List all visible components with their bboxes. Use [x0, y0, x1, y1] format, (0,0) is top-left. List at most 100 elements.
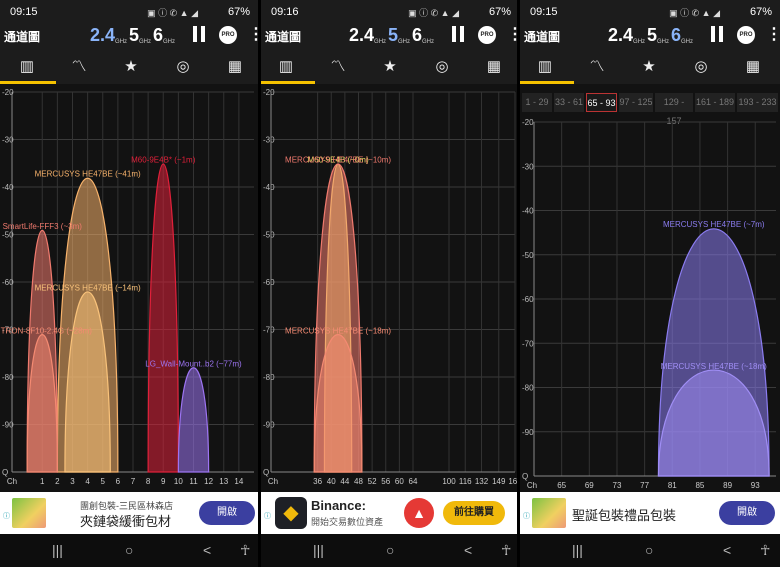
- app-bar: 通道圖 2.4 GHz 5 GHz 6 GHz PRO ⋮: [520, 24, 780, 50]
- band-5-button[interactable]: 5 GHz: [388, 25, 410, 46]
- ad-open-button[interactable]: 開啟: [719, 501, 775, 525]
- channel-group-tab[interactable]: 33 - 61: [554, 93, 584, 112]
- pause-icon[interactable]: [450, 26, 466, 42]
- channel-group-tabs: 1 - 29 33 - 61 65 - 93 97 - 125 129 - 15…: [520, 93, 780, 126]
- available-tab-icon[interactable]: ▦: [222, 56, 248, 78]
- x-tick-label: 40: [327, 477, 336, 486]
- pro-badge-icon[interactable]: PRO: [737, 26, 755, 44]
- ap-list-tab-icon[interactable]: ◎: [429, 56, 455, 78]
- battery-level: 67%: [488, 6, 511, 18]
- channel-group-tab[interactable]: 129 - 157: [655, 93, 693, 126]
- ap-list-tab-icon[interactable]: ◎: [170, 56, 196, 78]
- more-menu-icon[interactable]: ⋮: [766, 24, 780, 44]
- status-icons: ▣ ⓘ ✆ ▲ ◢: [147, 8, 198, 18]
- y-tick-label: -50: [263, 231, 275, 240]
- ad-image[interactable]: [12, 498, 46, 528]
- accessibility-icon[interactable]: ☥: [240, 542, 250, 559]
- back-button[interactable]: <: [203, 542, 211, 558]
- ad-buy-button[interactable]: 前往購買: [443, 501, 505, 525]
- y-tick-label: -60: [522, 295, 534, 304]
- time-graph-tab-icon[interactable]: 〽: [325, 56, 351, 78]
- y-tick-label: Q: [2, 468, 8, 477]
- ad-banner[interactable]: ⓘ 團創包裝-三民區林森店 夾鏈袋緩衝包材 開啟: [0, 492, 258, 534]
- band-5-button[interactable]: 5 GHz: [647, 25, 669, 46]
- status-icons: ▣ ⓘ ✆ ▲ ◢: [669, 8, 720, 18]
- x-tick-label: 9: [161, 477, 166, 486]
- band-24-button[interactable]: 2.4 GHz: [90, 25, 127, 46]
- x-tick-label: 64: [409, 477, 418, 486]
- channel-group-tab[interactable]: 1 - 29: [522, 93, 552, 112]
- band-5-button[interactable]: 5 GHz: [129, 25, 151, 46]
- signal-label: M60-9E4B* (~1m): [131, 155, 196, 164]
- view-tabs: ▥ 〽 ★ ◎ ▦: [520, 50, 780, 84]
- ad-info-icon[interactable]: ⓘ: [264, 511, 272, 520]
- channel-group-tab[interactable]: 193 - 233: [737, 93, 778, 112]
- x-tick-label: 81: [668, 481, 677, 490]
- y-tick-label: -40: [263, 183, 275, 192]
- band-24-button[interactable]: 2.4 GHz: [608, 25, 645, 46]
- more-menu-icon[interactable]: ⋮: [248, 24, 258, 44]
- home-button[interactable]: ○: [125, 542, 133, 558]
- band-24-button[interactable]: 2.4 GHz: [349, 25, 386, 46]
- available-tab-icon[interactable]: ▦: [740, 56, 766, 78]
- channel-group-tab-selected[interactable]: 65 - 93: [586, 93, 617, 112]
- home-button[interactable]: ○: [645, 542, 653, 558]
- accessibility-icon[interactable]: ☥: [760, 542, 770, 559]
- ad-logo-icon: ▲: [404, 498, 434, 528]
- x-tick-label: 56: [381, 477, 390, 486]
- channel-group-tab[interactable]: 161 - 189: [695, 93, 735, 112]
- x-tick-label: 12: [204, 477, 213, 486]
- pro-badge-icon[interactable]: PRO: [478, 26, 496, 44]
- pro-badge-icon[interactable]: PRO: [219, 26, 237, 44]
- signal-label: MERCUSYS HE47BE (~18m): [661, 362, 767, 371]
- back-button[interactable]: <: [464, 542, 472, 558]
- ap-list-tab-icon[interactable]: ◎: [688, 56, 714, 78]
- band-6-button[interactable]: 6 GHz: [153, 25, 175, 46]
- signal-label: MERCUSYS HE47BE (~41m): [35, 170, 141, 179]
- screens: 09:15 ▣ ⓘ ✆ ▲ ◢ 67% 通道圖 2.4 GHz 5 GHz 6 GHz…: [0, 0, 780, 567]
- pause-icon[interactable]: [709, 26, 725, 42]
- x-tick-label: 93: [751, 481, 760, 490]
- signal-curve[interactable]: [177, 367, 210, 473]
- channel-group-tab[interactable]: 97 - 125: [619, 93, 653, 112]
- x-tick-label: 60: [395, 477, 404, 486]
- pause-icon[interactable]: [191, 26, 207, 42]
- back-button[interactable]: <: [723, 542, 731, 558]
- ad-image[interactable]: [532, 498, 566, 528]
- ad-info-icon[interactable]: ⓘ: [523, 511, 531, 520]
- band-6-button[interactable]: 6 GHz: [671, 25, 693, 46]
- ad-banner[interactable]: ⓘ ◆ Binance: 開始交易數位資產 ▲ 前往購買: [261, 492, 519, 534]
- ad-info-icon[interactable]: ⓘ: [3, 511, 11, 520]
- channel-rating-tab-icon[interactable]: ★: [118, 56, 144, 78]
- home-button[interactable]: ○: [386, 542, 394, 558]
- signal-label: MERCUSYS HE47BE (~14m): [35, 284, 141, 293]
- x-tick-label: 69: [585, 481, 594, 490]
- band-6-button[interactable]: 6 GHz: [412, 25, 434, 46]
- y-tick-label: -60: [263, 278, 275, 287]
- status-time: 09:15: [530, 6, 558, 18]
- ad-open-button[interactable]: 開啟: [199, 501, 255, 525]
- ad-banner[interactable]: ⓘ 聖誕包裝禮品包裝 開啟: [520, 492, 780, 534]
- channel-graph-tab-icon[interactable]: ▥: [0, 56, 56, 84]
- y-tick-label: -80: [522, 384, 534, 393]
- accessibility-icon[interactable]: ☥: [501, 542, 511, 559]
- x-tick-label: 11: [189, 477, 198, 486]
- recents-button[interactable]: |||: [52, 542, 63, 558]
- y-tick-label: -30: [522, 162, 534, 171]
- signal-label: HITRON-8F10-2.4G (~28m): [0, 326, 92, 335]
- x-tick-label: 13: [219, 477, 228, 486]
- recents-button[interactable]: |||: [572, 542, 583, 558]
- signal-curve[interactable]: [147, 163, 179, 473]
- available-tab-icon[interactable]: ▦: [481, 56, 507, 78]
- panel-5ghz: 09:16 ▣ ⓘ ✆ ▲ ◢ 67% 通道圖 2.4 GHz 5 GHz 6 GHz…: [261, 0, 519, 567]
- recents-button[interactable]: |||: [313, 542, 324, 558]
- channel-rating-tab-icon[interactable]: ★: [377, 56, 403, 78]
- time-graph-tab-icon[interactable]: 〽: [66, 56, 92, 78]
- channel-rating-tab-icon[interactable]: ★: [636, 56, 662, 78]
- page-title: 通道圖: [4, 30, 41, 44]
- channel-graph-tab-icon[interactable]: ▥: [520, 56, 574, 84]
- y-tick-label: Q: [263, 468, 269, 477]
- channel-graph-tab-icon[interactable]: ▥: [261, 56, 315, 84]
- time-graph-tab-icon[interactable]: 〽: [584, 56, 610, 78]
- x-tick-label: 5: [101, 477, 106, 486]
